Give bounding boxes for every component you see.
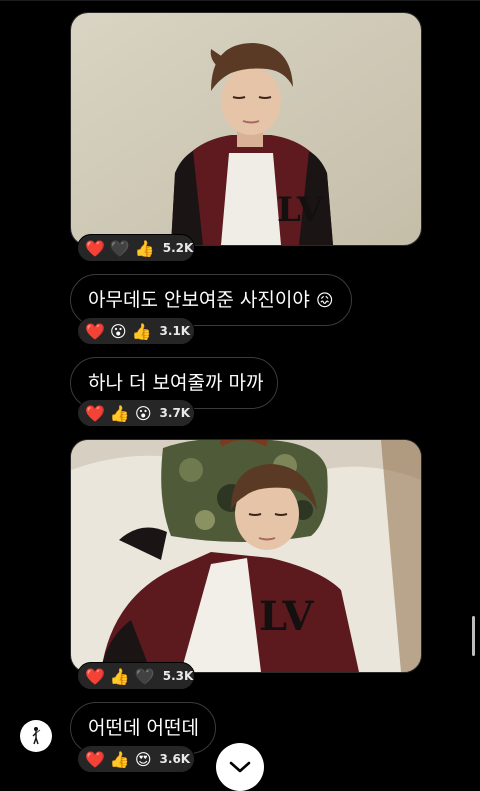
reactions-bar-2[interactable]: ❤️ 😮 👍 3.1K [77, 317, 195, 345]
chevron-down-icon [229, 761, 251, 773]
reaction-count: 5.2K [162, 241, 194, 255]
svg-text:LV: LV [277, 190, 324, 230]
photo-message-2[interactable]: LV [70, 439, 422, 673]
golfer-avatar-icon [32, 727, 41, 745]
heart-eyes-reaction-icon: 😍 [134, 749, 152, 769]
reaction-count: 3.6K [159, 752, 191, 766]
reactions-bar-4[interactable]: ❤️ 👍 🖤 5.3K [77, 662, 195, 690]
thumbs-up-reaction-icon: 👍 [109, 749, 130, 769]
hushed-face-reaction-icon: 😮 [109, 321, 127, 341]
scrollbar-thumb[interactable] [472, 616, 475, 656]
black-heart-reaction-icon: 🖤 [134, 666, 155, 686]
thumbs-up-reaction-icon: 👍 [134, 238, 155, 258]
thumbs-up-reaction-icon: 👍 [131, 321, 152, 341]
message-text: 어떤데 어떤데 [88, 717, 199, 739]
black-heart-reaction-icon: 🖤 [109, 238, 130, 258]
message-text: 하나 더 보여줄까 마까 [88, 372, 264, 394]
heart-reaction-icon: ❤️ [85, 321, 105, 341]
thumbs-up-reaction-icon: 👍 [109, 403, 130, 423]
message-text: 아무데도 안보여준 사진이야 [88, 289, 310, 311]
top-divider [0, 0, 480, 1]
heart-reaction-icon: ❤️ [85, 238, 105, 258]
thumbs-up-reaction-icon: 👍 [109, 666, 130, 686]
heart-reaction-icon: ❤️ [85, 749, 105, 769]
heart-reaction-icon: ❤️ [85, 666, 105, 686]
reaction-count: 3.1K [159, 324, 191, 338]
confounded-face-icon: 😖 [315, 291, 334, 311]
reaction-count: 5.3K [162, 669, 194, 683]
reaction-count: 3.7K [159, 406, 191, 420]
sender-avatar[interactable] [20, 720, 52, 752]
scroll-to-bottom-button[interactable] [216, 743, 264, 791]
heart-reaction-icon: ❤️ [85, 403, 105, 423]
reactions-bar-3[interactable]: ❤️ 👍 😮 3.7K [77, 399, 195, 427]
svg-text:LV: LV [259, 593, 314, 640]
photo-message-1[interactable]: LV [70, 12, 422, 246]
reactions-bar-5[interactable]: ❤️ 👍 😍 3.6K [77, 745, 195, 773]
reactions-bar-1[interactable]: ❤️ 🖤 👍 5.2K [77, 234, 195, 262]
hushed-face-reaction-icon: 😮 [134, 403, 152, 423]
